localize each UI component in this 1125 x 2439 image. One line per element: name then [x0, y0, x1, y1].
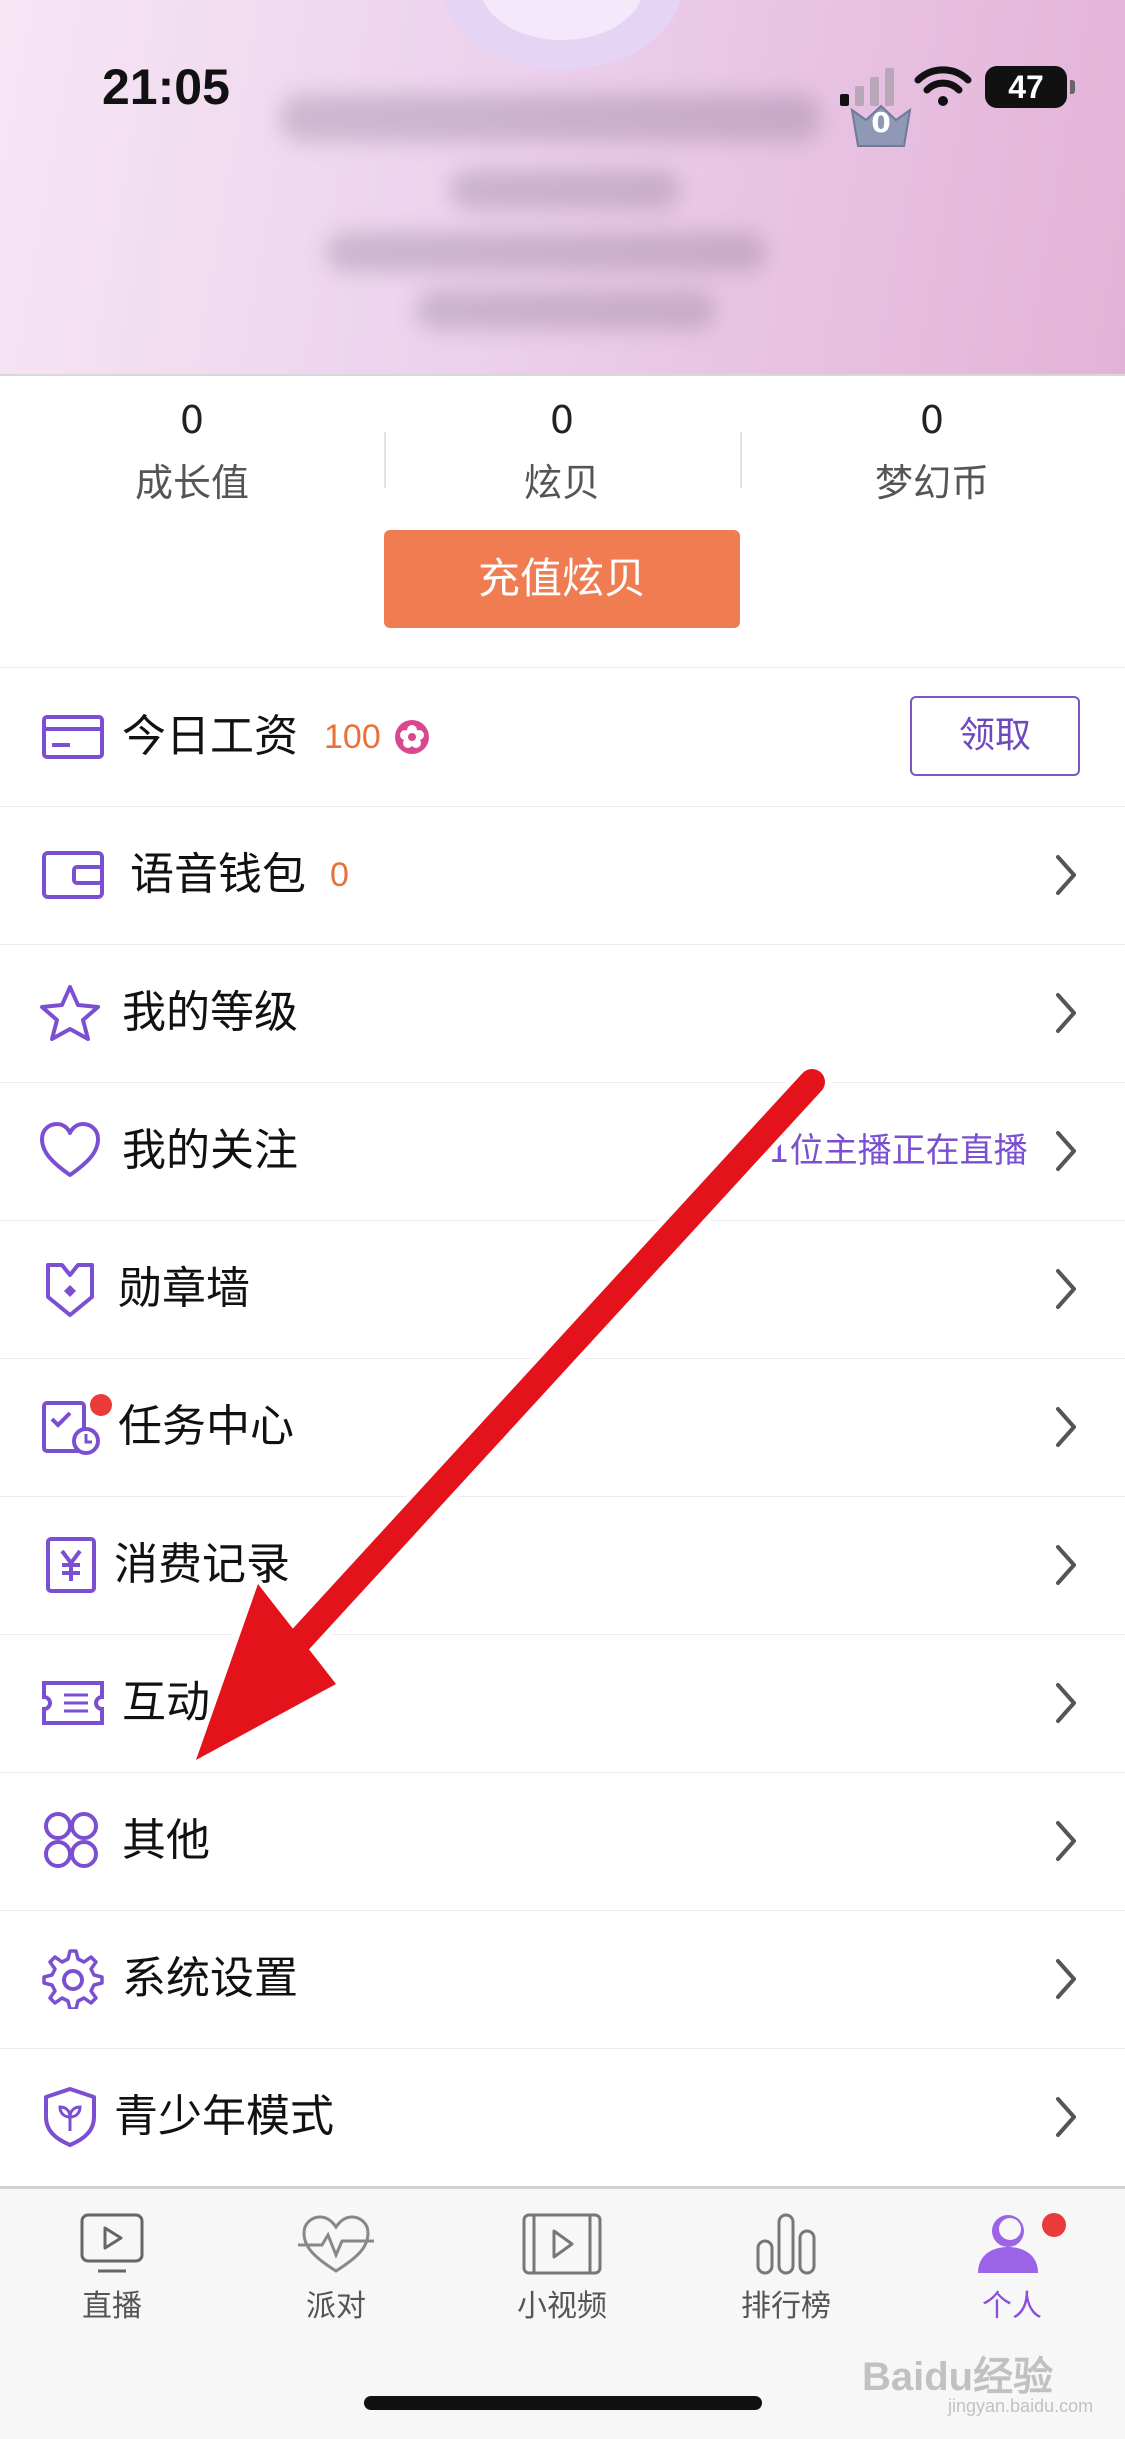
- row-spending-records-label: 消费记录: [114, 1539, 290, 1590]
- chevron-right-icon: [1056, 1959, 1076, 1999]
- chevron-right-icon: [1056, 855, 1076, 895]
- bar-chart-icon: [756, 2213, 816, 2275]
- claim-button[interactable]: 领取: [910, 696, 1080, 776]
- card-icon: [42, 715, 104, 759]
- wifi-icon: [914, 66, 972, 106]
- row-teen-mode[interactable]: 青少年模式: [0, 2048, 1125, 2187]
- row-spending-records[interactable]: 消费记录: [0, 1496, 1125, 1635]
- row-system-settings[interactable]: 系统设置: [0, 1910, 1125, 2049]
- voice-wallet-balance: 0: [330, 856, 349, 894]
- stat-growth-value: 0: [179, 398, 205, 442]
- grid-clover-icon: [44, 1812, 98, 1868]
- row-my-level-label: 我的等级: [122, 987, 298, 1038]
- row-my-follows[interactable]: 我的关注 1位主播正在直播: [0, 1082, 1125, 1221]
- tv-play-icon: [80, 2213, 144, 2273]
- profile-header: 21:05 47 0: [0, 0, 1125, 376]
- watermark-url: jingyan.baidu.com: [948, 2396, 1094, 2416]
- avatar[interactable]: [440, 0, 684, 70]
- wallet-icon: [42, 851, 104, 899]
- stats-divider: [384, 432, 386, 488]
- stat-xuanbei-label: 炫贝: [523, 461, 600, 505]
- row-task-center[interactable]: 任务中心: [0, 1358, 1125, 1497]
- stat-growth-label: 成长值: [134, 461, 249, 505]
- tab-profile[interactable]: 个人: [932, 2211, 1092, 2361]
- status-time: 21:05: [102, 59, 230, 115]
- tab-ranking[interactable]: 排行榜: [706, 2211, 866, 2361]
- chevron-right-icon: [1056, 1131, 1076, 1171]
- level-badge: 0: [848, 102, 914, 150]
- home-indicator: [364, 2396, 762, 2410]
- heart-icon: [40, 1122, 100, 1177]
- gear-icon: [42, 1949, 104, 2009]
- blurred-info: [416, 290, 716, 330]
- chevron-right-icon: [1056, 1821, 1076, 1861]
- heartbeat-icon: [298, 2215, 374, 2273]
- stat-dream-coin[interactable]: 0 梦幻币: [782, 398, 1082, 507]
- row-task-center-label: 任务中心: [118, 1401, 294, 1452]
- row-system-settings-label: 系统设置: [122, 1953, 298, 2004]
- yuan-receipt-icon: [46, 1537, 96, 1593]
- person-icon: [978, 2215, 1038, 2273]
- tab-party[interactable]: 派对: [256, 2211, 416, 2361]
- stat-xuanbei[interactable]: 0 炫贝: [412, 398, 712, 507]
- daily-wage-label: 今日工资: [122, 711, 298, 762]
- tab-profile-label: 个人: [982, 2289, 1042, 2324]
- star-icon: [40, 985, 100, 1041]
- tab-short-video-label: 小视频: [517, 2289, 607, 2324]
- profile-notification-dot: [1042, 2213, 1066, 2237]
- row-my-follows-label: 我的关注: [122, 1125, 298, 1176]
- stat-dream-coin-value: 0: [919, 398, 945, 442]
- tab-party-label: 派对: [306, 2289, 366, 2324]
- stat-xuanbei-value: 0: [549, 398, 575, 442]
- ticket-icon: [42, 1681, 104, 1725]
- shield-sprout-icon: [44, 2087, 96, 2147]
- row-medal-wall[interactable]: 勋章墙: [0, 1220, 1125, 1359]
- row-voice-wallet-label: 语音钱包: [130, 849, 306, 900]
- row-daily-wage: 今日工资 100 领取: [0, 668, 1125, 807]
- tab-live[interactable]: 直播: [32, 2211, 192, 2361]
- row-other[interactable]: 其他: [0, 1772, 1125, 1911]
- row-medal-wall-label: 勋章墙: [118, 1263, 250, 1314]
- row-other-label: 其他: [122, 1815, 210, 1866]
- row-teen-mode-label: 青少年模式: [114, 2091, 334, 2142]
- battery-indicator: 47: [985, 66, 1075, 108]
- chevron-right-icon: [1056, 1545, 1076, 1585]
- chevron-right-icon: [1056, 1683, 1076, 1723]
- chevron-right-icon: [1056, 993, 1076, 1033]
- film-play-icon: [522, 2213, 602, 2275]
- tab-live-label: 直播: [82, 2289, 142, 2324]
- blurred-username: [280, 94, 820, 142]
- medal-icon: [46, 1263, 94, 1317]
- chevron-right-icon: [1056, 2097, 1076, 2137]
- stat-growth[interactable]: 0 成长值: [42, 398, 342, 507]
- chevron-right-icon: [1056, 1407, 1076, 1447]
- recharge-button[interactable]: 充值炫贝: [384, 530, 740, 628]
- watermark: Baidu经验: [862, 2355, 1054, 2399]
- row-my-level[interactable]: 我的等级: [0, 944, 1125, 1083]
- blurred-signature: [326, 232, 766, 272]
- flower-coin-icon: [395, 720, 429, 754]
- row-interaction-label: 互动: [122, 1677, 210, 1728]
- daily-wage-amount: 100: [324, 718, 381, 756]
- tab-ranking-label: 排行榜: [741, 2289, 831, 2324]
- stat-dream-coin-label: 梦幻币: [874, 461, 989, 505]
- chevron-right-icon: [1056, 1269, 1076, 1309]
- live-anchors-note: 1位主播正在直播: [768, 1131, 1028, 1171]
- level-badge-value: 0: [871, 106, 891, 139]
- row-interaction[interactable]: 互动: [0, 1634, 1125, 1773]
- task-notification-dot: [90, 1394, 112, 1416]
- tab-short-video[interactable]: 小视频: [482, 2211, 642, 2361]
- blurred-id: [450, 170, 680, 210]
- row-voice-wallet[interactable]: 语音钱包 0: [0, 806, 1125, 945]
- stats-divider: [740, 432, 742, 488]
